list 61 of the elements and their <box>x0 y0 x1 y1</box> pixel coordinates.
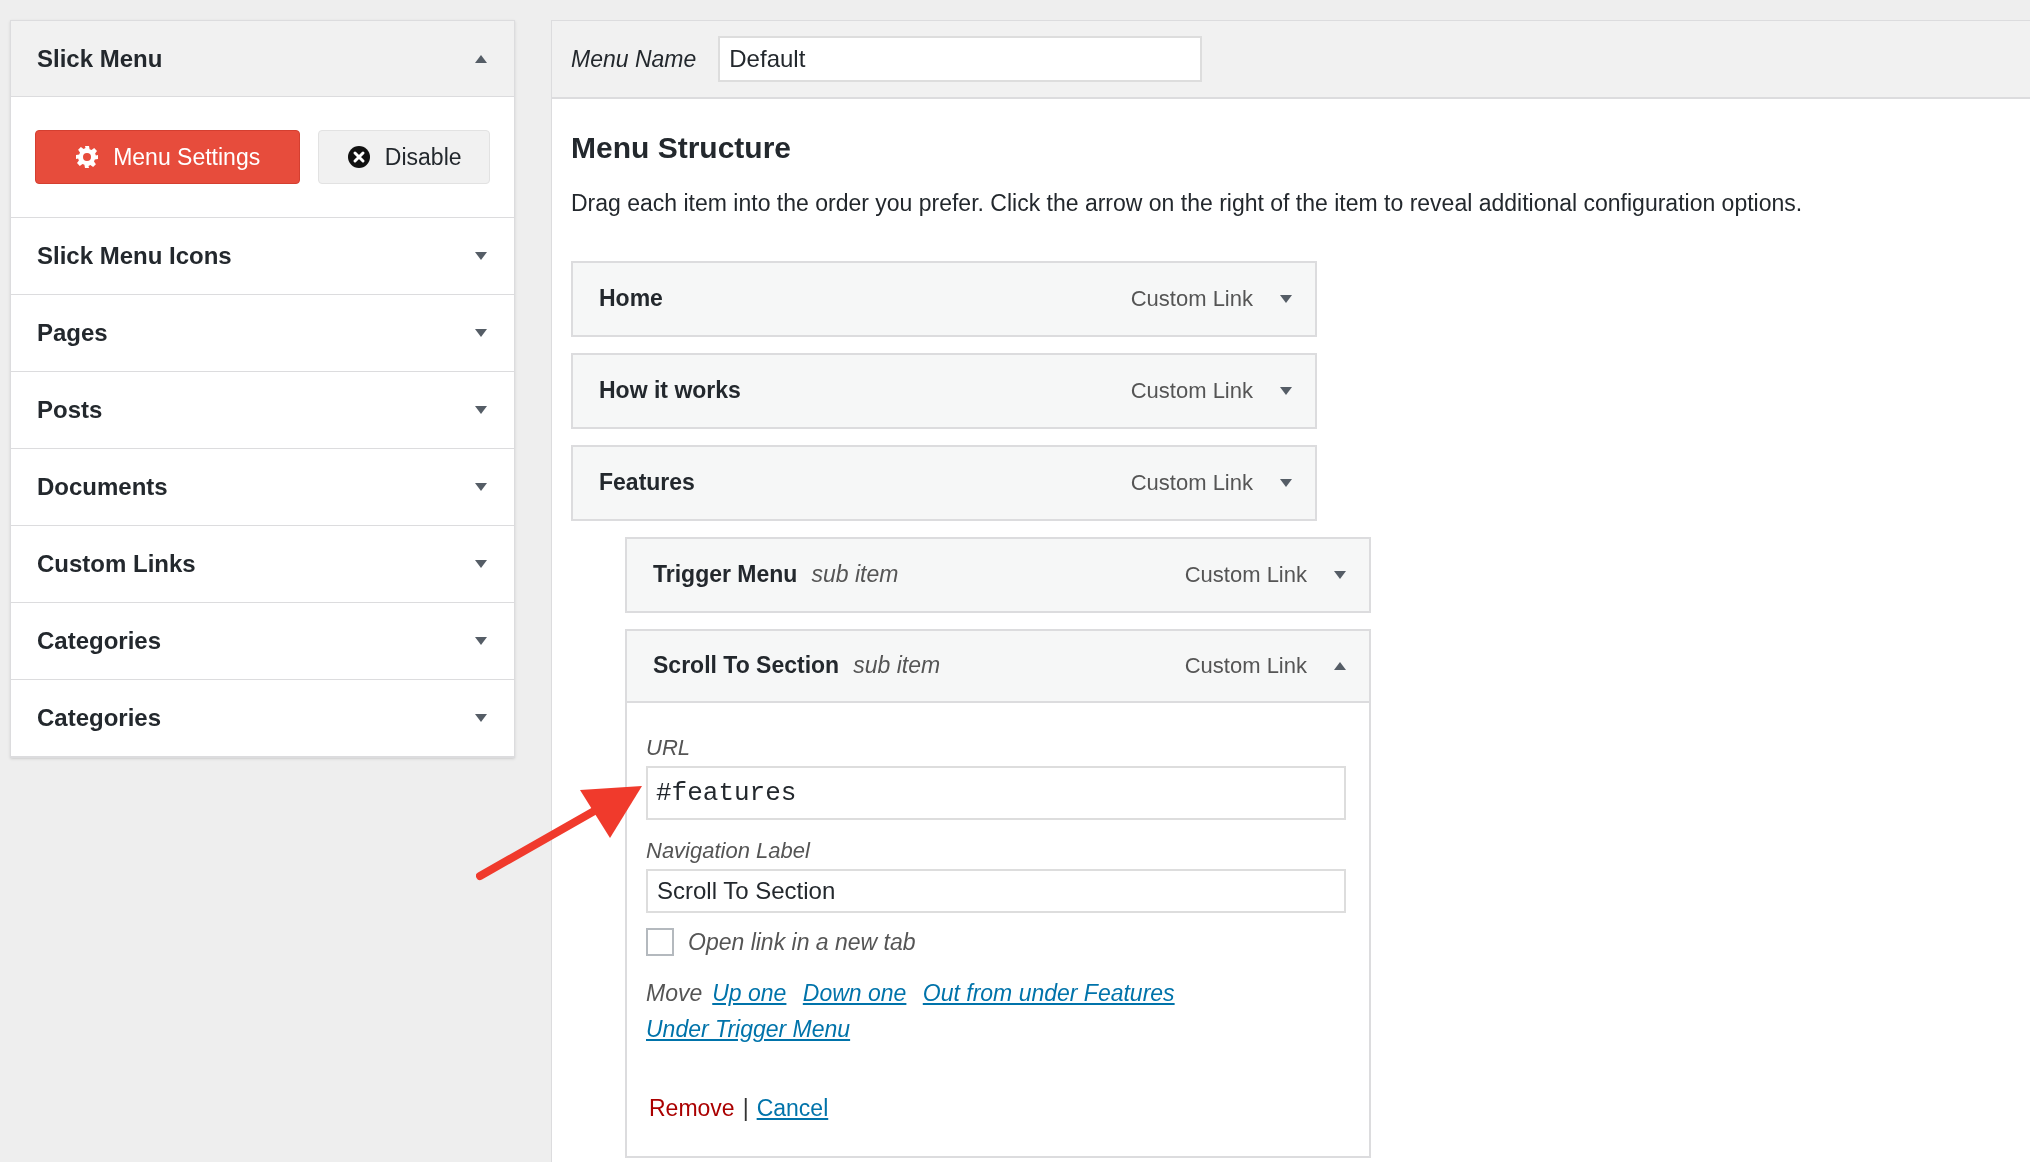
section-title: Custom Links <box>37 549 196 579</box>
caret-down-icon[interactable] <box>1279 293 1293 304</box>
menu-name-field[interactable]: Default <box>718 36 1203 82</box>
menu-item[interactable]: Scroll To Section sub item Custom Link URL #features Navigation Label Scroll To Section Open link in a new tab Move Up one Down one Out from under Features Under Trigger Menu Remove | Cancel <box>625 628 1371 1158</box>
section-title: Categories <box>37 626 162 656</box>
menu-name-label: Menu Name <box>571 44 697 74</box>
close-circle-icon <box>346 145 371 169</box>
separator: | <box>742 1094 749 1123</box>
item-type: Custom Link <box>1130 377 1253 405</box>
section-title: Categories <box>37 703 162 733</box>
cancel-link[interactable]: Cancel <box>756 1091 829 1126</box>
item-type: Custom Link <box>1130 469 1253 497</box>
section-title: Slick Menu Icons <box>37 241 232 271</box>
navigation-label-field[interactable]: Scroll To Section <box>646 868 1346 913</box>
section-title: Posts <box>37 395 103 425</box>
remove-link[interactable]: Remove <box>649 1091 735 1126</box>
checkbox-label: Open link in a new tab <box>688 927 916 957</box>
sub-item-note: sub item <box>811 560 899 590</box>
sub-item-note: sub item <box>853 651 941 681</box>
field-label: Navigation Label <box>646 836 812 865</box>
menu-settings-button[interactable]: Menu Settings <box>35 130 301 184</box>
menu-item-title: Scroll To Section <box>653 651 840 681</box>
section-title: Pages <box>37 318 108 348</box>
section-header[interactable]: Slick Menu <box>11 21 514 97</box>
item-type: Custom Link <box>1184 652 1307 680</box>
disable-button[interactable]: Disable <box>318 130 490 184</box>
menu-item[interactable]: Features Custom Link <box>571 444 1317 521</box>
url-field[interactable]: #features <box>646 765 1346 820</box>
menu-item[interactable]: Home Custom Link <box>571 260 1317 337</box>
item-type: Custom Link <box>1130 285 1253 313</box>
caret-up-icon[interactable] <box>1333 660 1347 671</box>
section-title: Documents <box>37 472 168 502</box>
caret-down-icon[interactable] <box>474 559 488 569</box>
menu-item-title: Features <box>599 468 695 498</box>
move-label: Move <box>646 980 703 1006</box>
caret-down-icon[interactable] <box>1279 385 1293 396</box>
field-label: URL <box>646 733 691 762</box>
caret-down-icon[interactable] <box>474 482 488 492</box>
gear-icon <box>75 145 100 169</box>
move-link[interactable]: Up one <box>712 980 787 1006</box>
caret-down-icon[interactable] <box>1279 477 1293 488</box>
move-link[interactable]: Under Trigger Menu <box>646 1016 851 1042</box>
section-heading: Menu Structure <box>571 130 793 166</box>
caret-down-icon[interactable] <box>474 713 488 723</box>
caret-down-icon[interactable] <box>474 251 488 261</box>
checkbox[interactable] <box>646 927 674 956</box>
menu-item[interactable]: Trigger Menu sub item Custom Link <box>625 536 1371 613</box>
move-link[interactable]: Down one <box>802 980 907 1006</box>
menu-item-title: Home <box>599 284 663 314</box>
menu-item-title: Trigger Menu <box>653 560 798 590</box>
caret-down-icon[interactable] <box>474 405 488 415</box>
caret-down-icon[interactable] <box>474 328 488 338</box>
move-link[interactable]: Out from under Features <box>922 980 1175 1006</box>
menu-item-title: How it works <box>599 376 741 406</box>
instructions-text: Drag each item into the order you prefer. Click the arrow on the right of the item to reveal additional configuration options. <box>571 189 1804 218</box>
item-type: Custom Link <box>1184 561 1307 589</box>
caret-down-icon[interactable] <box>1333 569 1347 580</box>
caret-down-icon[interactable] <box>474 636 488 646</box>
section-title: Slick Menu <box>37 43 163 74</box>
menu-item[interactable]: How it works Custom Link <box>571 352 1317 429</box>
caret-up-icon[interactable] <box>474 53 488 64</box>
